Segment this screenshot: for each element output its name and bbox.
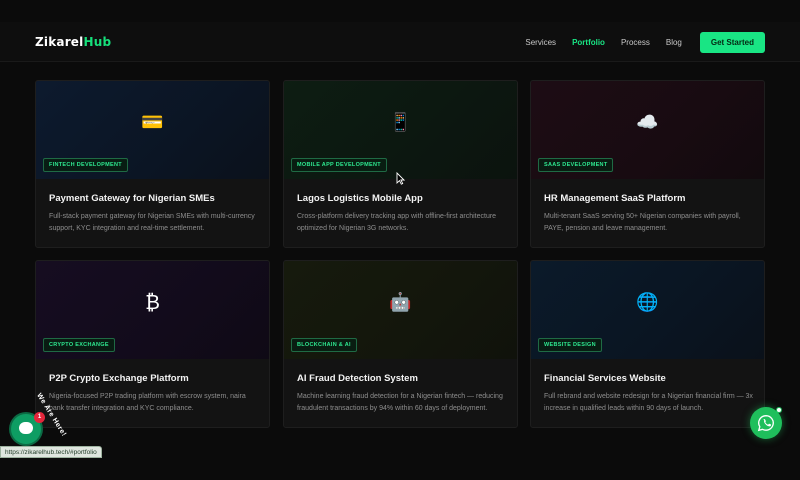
notification-badge: 1 [34,412,45,423]
main-nav: Services Portfolio Process Blog Get Star… [509,30,765,54]
nav-portfolio[interactable]: Portfolio [572,38,605,47]
project-card[interactable]: ☁️ SaaS Development HR Management SaaS P… [530,80,765,248]
get-started-button[interactable]: Get Started [699,31,765,53]
nav-services[interactable]: Services [525,38,556,47]
project-tag: Crypto Exchange [43,338,115,352]
live-chat-widget[interactable]: We Are Here! 1 [6,392,67,446]
project-description: Nigeria-focused P2P trading platform wit… [49,393,246,412]
project-card[interactable]: 💳 Fintech Development Payment Gateway fo… [35,80,270,248]
logo-accent-text: Hub [83,35,112,49]
globe-icon: 🌐 [636,292,659,312]
project-tag: Blockchain & AI [291,338,357,352]
status-bar-url: https://zikarelhub.tech/#portfolio [0,446,102,458]
project-description: Full rebrand and website redesign for a … [544,393,753,412]
project-tag: Fintech Development [43,158,128,172]
project-card[interactable]: ₿ Crypto Exchange P2P Crypto Exchange Pl… [35,260,270,428]
project-description: Machine learning fraud detection for a N… [297,393,503,412]
project-tag: Website Design [538,338,602,352]
logo[interactable]: ZikarelHub [35,35,111,49]
project-tag: SaaS Development [538,158,614,172]
top-bar [0,0,800,22]
credit-card-icon: 💳 [141,112,164,132]
whatsapp-status-dot [776,407,782,413]
project-card[interactable]: 🌐 Website Design Financial Services Webs… [530,260,765,428]
project-title: HR Management SaaS Platform [544,193,686,204]
bottom-bar [0,458,800,480]
logo-text: Zikarel [35,35,84,49]
project-title: Lagos Logistics Mobile App [297,193,423,204]
project-card[interactable]: 📱 Mobile App Development Lagos Logistics… [283,80,518,248]
mouse-cursor-icon [396,172,405,185]
project-card[interactable]: 🤖 Blockchain & AI AI Fraud Detection Sys… [283,260,518,428]
cloud-icon: ☁️ [636,112,659,132]
project-title: Payment Gateway for Nigerian SMEs [49,193,215,204]
project-description: Multi-tenant SaaS serving 50+ Nigerian c… [544,213,741,232]
project-title: P2P Crypto Exchange Platform [49,373,189,384]
bitcoin-icon: ₿ [145,290,160,314]
nav-process[interactable]: Process [621,38,650,47]
whatsapp-icon [757,414,774,432]
nav-blog[interactable]: Blog [666,38,682,47]
project-description: Full-stack payment gateway for Nigerian … [49,213,255,232]
project-tag: Mobile App Development [291,158,387,172]
robot-icon: 🤖 [389,292,412,312]
project-title: AI Fraud Detection System [297,373,418,384]
mobile-phone-icon: 📱 [389,112,412,132]
site-header: ZikarelHub Services Portfolio Process Bl… [0,22,800,62]
project-description: Cross-platform delivery tracking app wit… [297,213,497,232]
project-title: Financial Services Website [544,373,666,384]
